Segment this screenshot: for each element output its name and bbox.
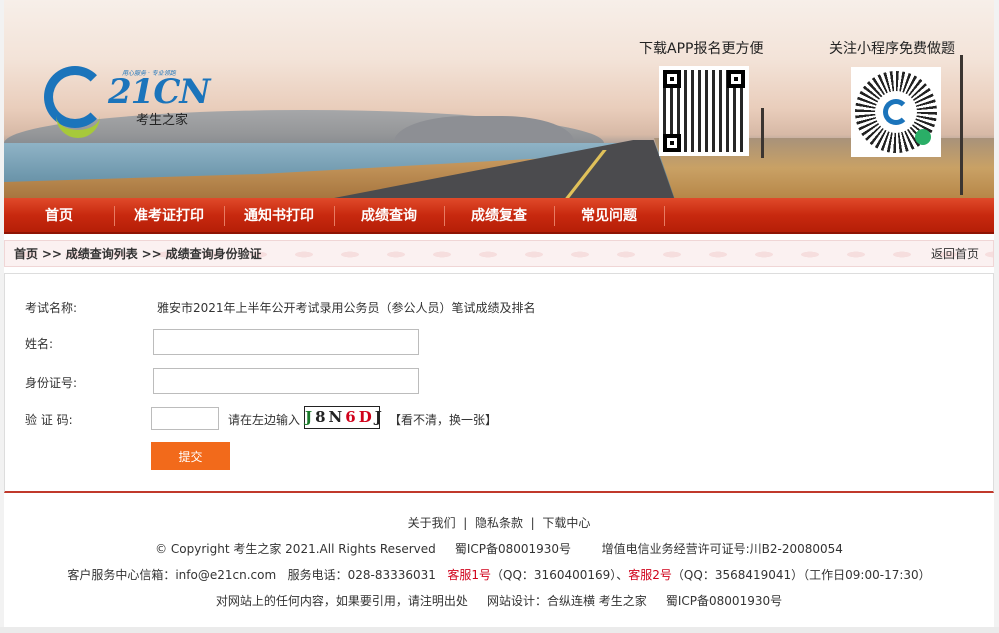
verification-form: 考试名称: 雅安市2021年上半年公开考试录用公务员（参公人员）笔试成绩及排名 … [4,273,994,493]
footer-link-sep: | [530,516,535,530]
page: 用心服务 · 专业领跑 21CN 考生之家 下载APP报名更方便 关注小程序免费… [4,0,994,633]
footer-link-privacy[interactable]: 隐私条款 [475,516,523,530]
footer-copyright-line: © Copyright 考生之家 2021.All Rights Reserve… [4,540,994,557]
back-home-link[interactable]: 返回首页 [931,241,979,268]
qr-finder-icon [663,70,681,88]
nav-score-query[interactable]: 成绩查询 [334,198,444,232]
breadcrumb: 首页 >> 成绩查询列表 >> 成绩查询身份验证 返回首页 [4,240,994,267]
name-input[interactable] [153,329,419,355]
exam-name-label: 考试名称: [25,301,78,315]
breadcrumb-path: 首页 >> 成绩查询列表 >> 成绩查询身份验证 [14,241,262,268]
qr-finder-icon [727,70,745,88]
nav-admission-ticket[interactable]: 准考证打印 [114,198,224,232]
captcha-image[interactable]: J8N6DJ [304,406,382,429]
footer-icp2[interactable]: 蜀ICP备08001930号 [666,594,782,608]
logo-swoosh-icon [56,102,100,138]
footer-service-line: 客户服务中心信箱：info@e21cn.com 服务电话：028-8333603… [4,566,994,583]
name-label: 姓名: [25,337,54,351]
qr-finder-icon [663,134,681,152]
main-nav: 首页 准考证打印 通知书打印 成绩查询 成绩复查 常见问题 [4,198,994,234]
footer-kf1-qq: （QQ：3160400169）、 [491,568,629,582]
mini-code-logo-icon [875,91,917,133]
footer-links: 关于我们 | 隐私条款 | 下载中心 [4,514,994,531]
footer-kf2-link[interactable]: 客服2号 [628,568,672,582]
captcha-char: 6 [345,408,359,426]
footer-notice-line: 对网站上的任何内容，如果要引用，请注明出处 网站设计：合纵连横 考生之家 蜀IC… [4,592,994,609]
app-download-title: 下载APP报名更方便 [639,41,764,57]
site-logo[interactable]: 用心服务 · 专业领跑 21CN 考生之家 [44,62,210,138]
nav-divider [664,206,665,226]
page-bottom-band [0,627,999,633]
id-number-label: 身份证号: [25,376,78,390]
footer-kf1-link[interactable]: 客服1号 [447,568,491,582]
captcha-label: 验 证 码: [25,413,73,427]
captcha-char: J [374,408,385,426]
breadcrumb-sep: >> [141,247,162,261]
wechat-badge-icon [915,129,931,145]
nav-home[interactable]: 首页 [4,198,114,232]
utility-pole [960,55,963,195]
footer-license: 增值电信业务经营许可证号:川B2-20080054 [601,542,843,556]
utility-pole [761,108,764,158]
footer-service-mail: 客户服务中心信箱：info@e21cn.com [67,568,277,582]
captcha-char: N [328,408,346,426]
footer-notice: 对网站上的任何内容，如果要引用，请注明出处 [215,594,468,608]
exam-name-value: 雅安市2021年上半年公开考试录用公务员（参公人员）笔试成绩及排名 [157,301,536,315]
captcha-hint: 请在左边输入 [228,413,301,427]
mini-program-code [851,67,941,157]
footer-service-phone: 服务电话：028-83336031 [287,568,436,582]
footer-kf2-qq: （QQ：3568419041）（工作日09:00-17:30） [671,568,931,582]
footer-link-about[interactable]: 关于我们 [408,516,456,530]
header-banner: 用心服务 · 专业领跑 21CN 考生之家 下载APP报名更方便 关注小程序免费… [4,0,994,198]
logo-text: 21CN [108,72,210,112]
id-number-input[interactable] [153,368,419,394]
breadcrumb-sep: >> [41,247,62,261]
nav-notice-print[interactable]: 通知书打印 [224,198,334,232]
breadcrumb-home[interactable]: 首页 [14,247,38,261]
captcha-input[interactable] [151,407,219,430]
footer-link-download[interactable]: 下载中心 [542,516,590,530]
captcha-char: J [305,408,316,426]
breadcrumb-current: 成绩查询身份验证 [165,247,262,261]
nav-faq[interactable]: 常见问题 [554,198,664,232]
captcha-char: D [358,408,375,426]
captcha-refresh-link[interactable]: 【看不清，换一张】 [389,411,497,428]
nav-score-review[interactable]: 成绩复查 [444,198,554,232]
footer-copyright: © Copyright 考生之家 2021.All Rights Reserve… [155,542,436,556]
footer-link-sep: | [463,516,468,530]
footer-icp[interactable]: 蜀ICP备08001930号 [455,542,571,556]
captcha-char: 8 [315,408,329,426]
submit-button[interactable]: 提交 [151,442,230,470]
mini-program-title: 关注小程序免费做题 [829,41,955,57]
breadcrumb-score-list[interactable]: 成绩查询列表 [66,247,138,261]
logo-subtitle: 考生之家 [136,113,189,128]
footer-design: 网站设计：合纵连横 考生之家 [486,594,647,608]
app-qr-code [659,66,749,156]
